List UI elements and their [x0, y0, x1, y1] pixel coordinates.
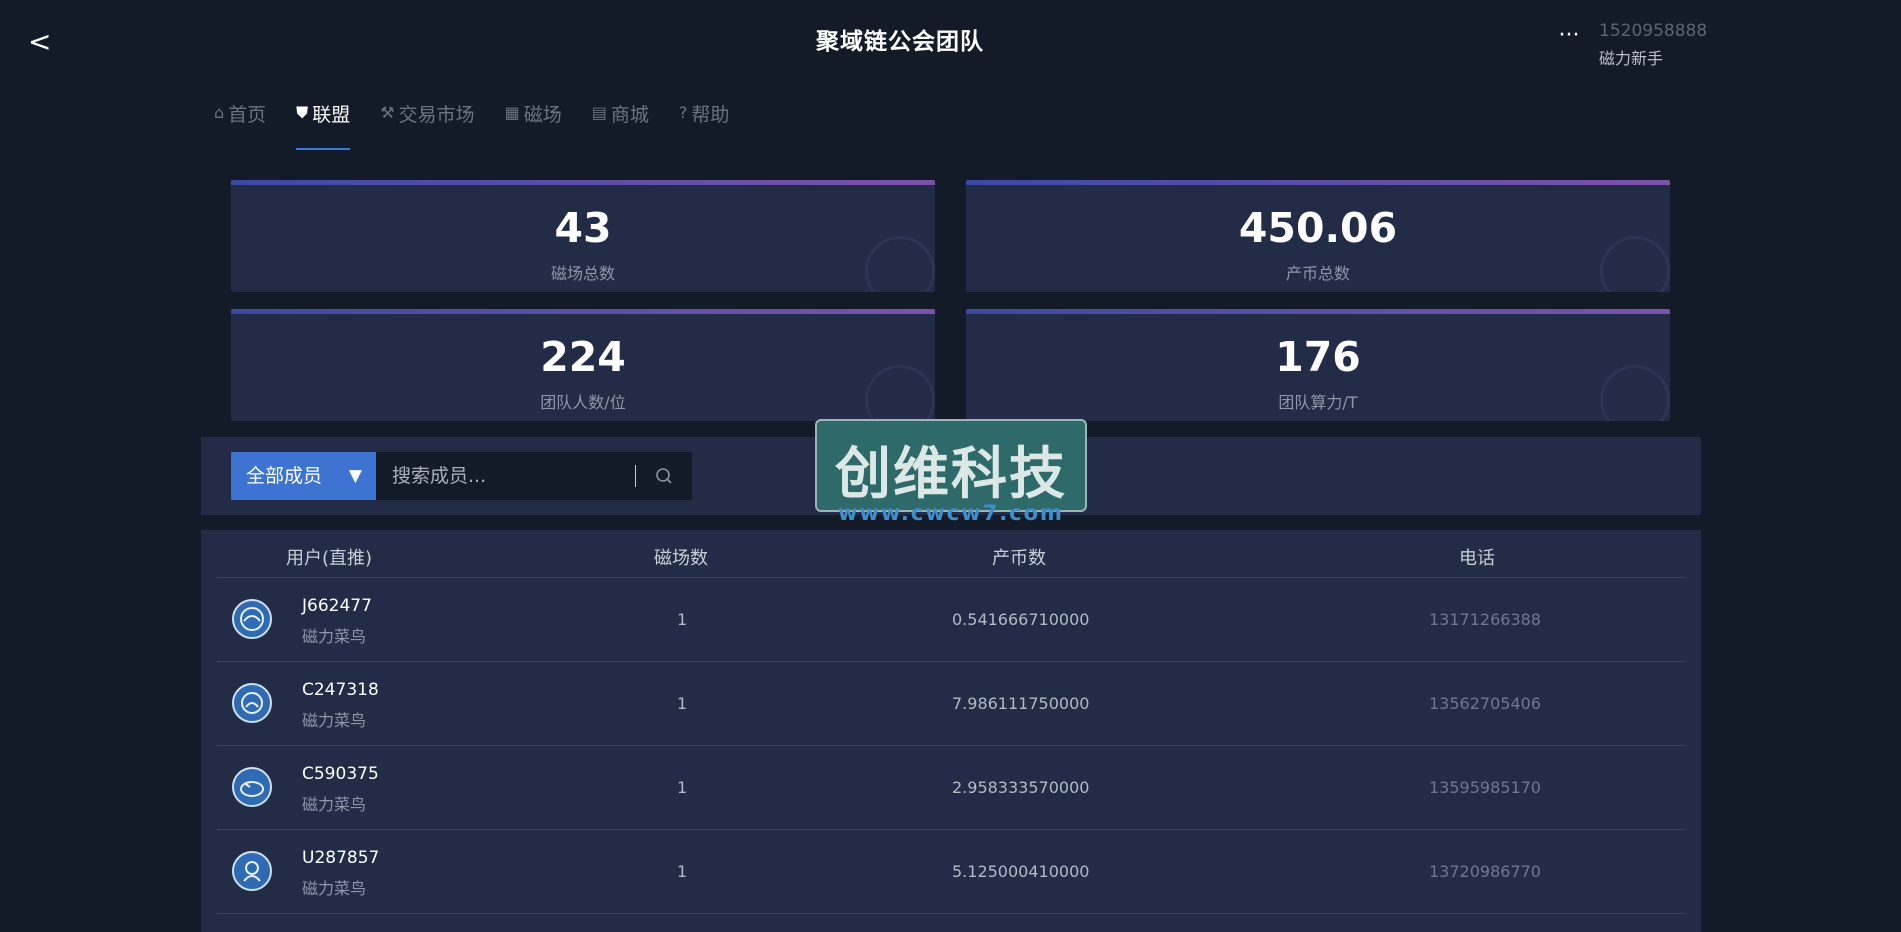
home-icon: ⌂ — [214, 103, 225, 122]
help-icon: ? — [678, 103, 688, 122]
stat-label: 团队人数/位 — [540, 393, 626, 412]
tab-label: 联盟 — [312, 104, 351, 126]
field-count: 1 — [677, 610, 688, 629]
caret-down-icon: ▼ — [348, 466, 362, 486]
stat-label: 磁场总数 — [550, 264, 615, 283]
coin-count: 0.541666710000 — [952, 610, 1090, 629]
coin-count: 7.986111750000 — [952, 694, 1090, 713]
stat-label: 团队算力/T — [1278, 393, 1358, 412]
avatar — [232, 767, 272, 807]
user-level: 磁力菜鸟 — [302, 711, 367, 730]
stat-label: 产币总数 — [1285, 264, 1350, 283]
column-header-coins: 产币数 — [992, 548, 1046, 569]
user-name: C590375 — [302, 764, 379, 784]
tab-label: 首页 — [228, 104, 267, 126]
stat-card-field-total: 43 磁场总数 — [231, 180, 935, 292]
user-level: 磁力菜鸟 — [302, 879, 367, 898]
watermark-text: 创维科技 — [835, 442, 1067, 507]
gavel-icon: ⚒ — [380, 103, 395, 122]
shop-icon: ▤ — [591, 103, 607, 122]
phone-number: 13562705406 — [1429, 694, 1541, 713]
phone-number: 13595985170 — [1429, 778, 1541, 797]
user-name: U287857 — [302, 848, 380, 868]
watermark-logo: 创维科技 www.cwcw7.com — [815, 419, 1087, 529]
tab-label: 帮助 — [691, 104, 730, 126]
stat-card-coin-total: 450.06 产币总数 — [966, 180, 1670, 292]
user-phone: 1520958888 — [1599, 21, 1708, 41]
column-header-fields: 磁场数 — [654, 548, 708, 569]
tab-label: 交易市场 — [398, 104, 475, 126]
member-table: 用户(直推) 磁场数 产币数 电话 J662477 磁力菜鸟 1 0.54166… — [201, 530, 1701, 932]
stat-value: 176 — [1275, 333, 1361, 381]
tab-label: 商城 — [610, 104, 649, 126]
top-bar: < 聚域链公会团队 ··· 1520958888 磁力新手 — [0, 0, 1901, 80]
phone-number: 13171266388 — [1429, 610, 1541, 629]
user-name: J662477 — [302, 596, 372, 616]
search-icon — [656, 468, 672, 484]
stat-value: 43 — [554, 204, 612, 252]
tab-help[interactable]: ? 帮助 — [679, 100, 730, 152]
coin-count: 2.958333570000 — [952, 778, 1090, 797]
stat-card-team-hashrate: 176 团队算力/T — [966, 309, 1670, 421]
snake-avatar-icon — [241, 692, 263, 714]
search-button[interactable] — [636, 452, 692, 500]
rabbit-avatar-icon — [240, 781, 264, 797]
shield-icon: ⛊ — [296, 103, 309, 122]
field-count: 1 — [677, 862, 688, 881]
tab-shop[interactable]: ▤ 商城 — [592, 100, 649, 152]
stat-value: 224 — [540, 333, 626, 381]
avatar — [232, 851, 272, 891]
monkey-avatar-icon — [243, 861, 261, 882]
phone-number: 13720986770 — [1429, 862, 1541, 881]
table-row[interactable]: C247318 磁力菜鸟 1 7.986111750000 1356270540… — [217, 662, 1685, 746]
tiger-avatar-icon — [240, 607, 264, 631]
column-header-user: 用户(直推) — [286, 548, 373, 569]
table-row[interactable]: J662477 磁力菜鸟 1 0.541666710000 1317126638… — [217, 578, 1685, 662]
search-input[interactable] — [376, 452, 636, 500]
stat-value: 450.06 — [1238, 204, 1398, 252]
tab-label: 磁场 — [523, 104, 562, 126]
user-level: 磁力菜鸟 — [302, 795, 367, 814]
page-title: 聚域链公会团队 — [816, 29, 984, 55]
table-header: 用户(直推) 磁场数 产币数 电话 — [217, 530, 1685, 578]
member-filter-select[interactable]: 全部成员 ▼ — [231, 452, 376, 500]
tab-magnetic-field[interactable]: ▦ 磁场 — [505, 100, 562, 152]
table-row[interactable]: C590375 磁力菜鸟 1 2.958333570000 1359598517… — [217, 746, 1685, 830]
coin-count: 5.125000410000 — [952, 862, 1090, 881]
grid-icon: ▦ — [504, 103, 520, 122]
table-row[interactable]: U287857 磁力菜鸟 1 5.125000410000 1372098677… — [217, 830, 1685, 914]
more-options-icon[interactable]: ··· — [1556, 25, 1582, 52]
avatar — [232, 683, 272, 723]
avatar — [232, 599, 272, 639]
field-count: 1 — [677, 778, 688, 797]
watermark-box: 创维科技 — [815, 419, 1087, 512]
tab-home[interactable]: ⌂ 首页 — [214, 100, 266, 152]
watermark-url: www.cwcw7.com — [838, 501, 1064, 525]
field-count: 1 — [677, 694, 688, 713]
user-name: C247318 — [302, 680, 379, 700]
column-header-phone: 电话 — [1459, 548, 1495, 569]
select-value: 全部成员 — [246, 465, 323, 487]
user-level: 磁力菜鸟 — [302, 627, 367, 646]
user-level: 磁力新手 — [1599, 49, 1664, 68]
tab-market[interactable]: ⚒ 交易市场 — [380, 100, 474, 152]
main-nav: ⌂ 首页 ⛊ 联盟 ⚒ 交易市场 ▦ 磁场 ▤ 商城 ? 帮助 — [214, 100, 759, 152]
tab-alliance[interactable]: ⛊ 联盟 — [296, 100, 351, 152]
stat-card-team-members: 224 团队人数/位 — [231, 309, 935, 421]
